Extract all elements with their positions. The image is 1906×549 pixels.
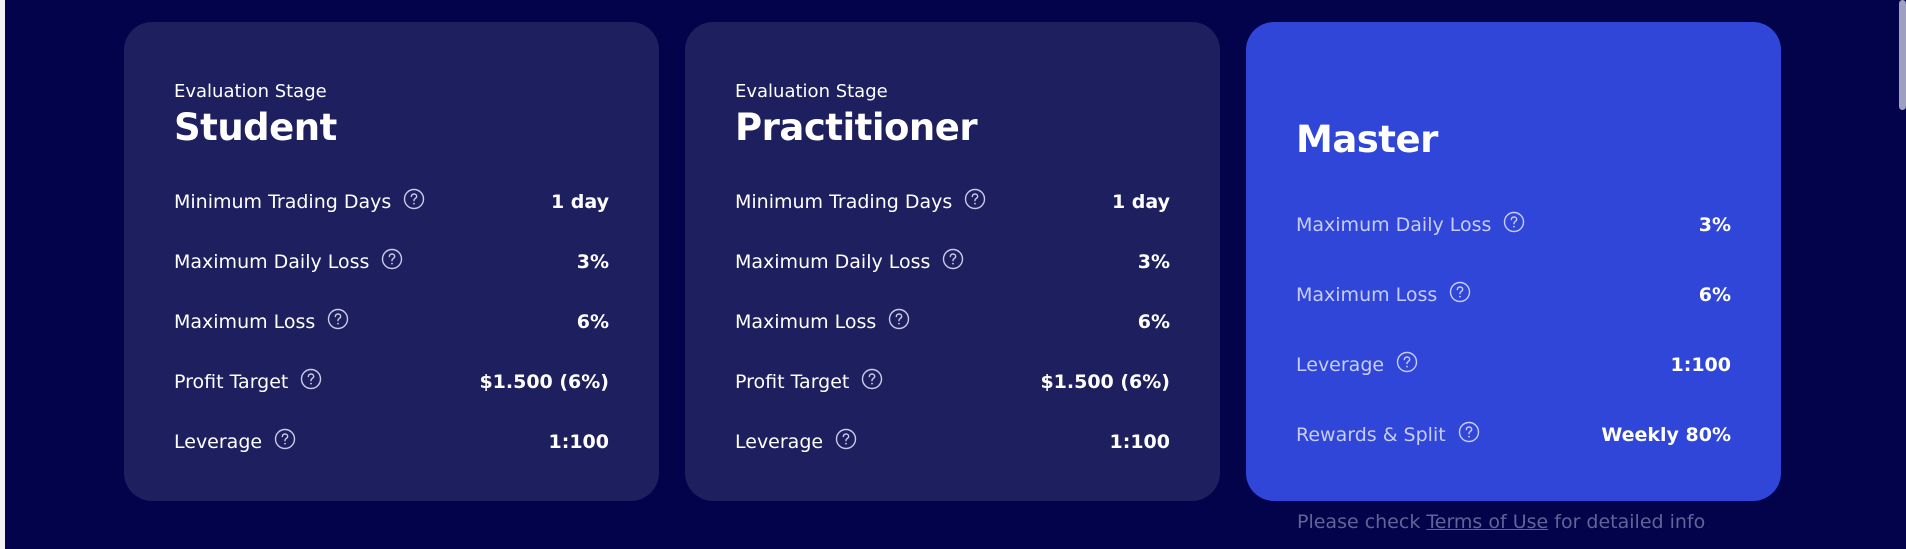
question-circle-icon[interactable] [888, 308, 910, 330]
question-circle-icon[interactable] [1503, 211, 1525, 233]
question-circle-icon[interactable] [861, 368, 883, 390]
row-value: 1:100 [1109, 431, 1170, 453]
row-label: Minimum Trading Days [735, 191, 953, 213]
row-label: Leverage [735, 431, 824, 453]
row-value: 6% [1137, 311, 1170, 333]
row-label: Leverage [174, 431, 263, 453]
row-profit-target: Profit Target $1.500 (6%) [735, 352, 1170, 412]
card-rows: Minimum Trading Days 1 day Maximum Daily… [174, 172, 609, 472]
row-label: Maximum Daily Loss [174, 251, 370, 273]
row-label: Maximum Daily Loss [735, 251, 931, 273]
row-value: 6% [1698, 284, 1731, 306]
row-label: Maximum Loss [1296, 284, 1438, 306]
question-circle-icon[interactable] [1449, 281, 1471, 303]
card-title: Practitioner [735, 106, 978, 149]
scrollbar[interactable] [1898, 0, 1906, 549]
card-title: Student [174, 106, 337, 149]
row-label: Profit Target [735, 371, 850, 393]
row-label: Maximum Loss [174, 311, 316, 333]
row-label: Leverage [1296, 354, 1385, 376]
scrollbar-thumb[interactable] [1899, 0, 1906, 110]
row-leverage: Leverage 1:100 [735, 412, 1170, 472]
terms-of-use-link[interactable]: Terms of Use [1426, 511, 1548, 533]
question-circle-icon[interactable] [964, 188, 986, 210]
card-title: Master [1296, 118, 1438, 161]
row-value: $1.500 (6%) [479, 371, 609, 393]
row-profit-target: Profit Target $1.500 (6%) [174, 352, 609, 412]
card-master: Master Maximum Daily Loss 3% Maximum Los… [1246, 22, 1781, 501]
question-circle-icon[interactable] [835, 428, 857, 450]
question-circle-icon[interactable] [403, 188, 425, 210]
row-label: Rewards & Split [1296, 424, 1446, 446]
row-minimum-trading-days: Minimum Trading Days 1 day [174, 172, 609, 232]
row-value: 1 day [550, 191, 609, 213]
card-stage-label: Evaluation Stage [174, 81, 327, 102]
question-circle-icon[interactable] [274, 428, 296, 450]
row-maximum-daily-loss: Maximum Daily Loss 3% [1296, 190, 1731, 260]
row-leverage: Leverage 1:100 [174, 412, 609, 472]
row-maximum-loss: Maximum Loss 6% [174, 292, 609, 352]
row-value: 6% [576, 311, 609, 333]
row-minimum-trading-days: Minimum Trading Days 1 day [735, 172, 1170, 232]
question-circle-icon[interactable] [1396, 351, 1418, 373]
row-label: Profit Target [174, 371, 289, 393]
card-student: Evaluation Stage Student Minimum Trading… [124, 22, 659, 501]
row-value: $1.500 (6%) [1040, 371, 1170, 393]
row-maximum-daily-loss: Maximum Daily Loss 3% [174, 232, 609, 292]
card-practitioner: Evaluation Stage Practitioner Minimum Tr… [685, 22, 1220, 501]
row-leverage: Leverage 1:100 [1296, 330, 1731, 400]
footnote-prefix: Please check [1297, 511, 1427, 533]
row-label: Maximum Loss [735, 311, 877, 333]
row-value: 1:100 [1670, 354, 1731, 376]
row-rewards-split: Rewards & Split Weekly 80% [1296, 400, 1731, 470]
question-circle-icon[interactable] [381, 248, 403, 270]
row-maximum-daily-loss: Maximum Daily Loss 3% [735, 232, 1170, 292]
page: Evaluation Stage Student Minimum Trading… [0, 0, 1906, 549]
row-value: 1 day [1111, 191, 1170, 213]
row-value: 3% [1137, 251, 1170, 273]
row-maximum-loss: Maximum Loss 6% [735, 292, 1170, 352]
card-rows: Minimum Trading Days 1 day Maximum Daily… [735, 172, 1170, 472]
row-maximum-loss: Maximum Loss 6% [1296, 260, 1731, 330]
row-value: Weekly 80% [1601, 424, 1731, 446]
row-value: 3% [576, 251, 609, 273]
plan-cards: Evaluation Stage Student Minimum Trading… [124, 22, 1781, 501]
footnote-suffix: for detailed info [1548, 511, 1706, 533]
question-circle-icon[interactable] [300, 368, 322, 390]
window-left-edge [0, 0, 5, 549]
terms-footnote: Please check Terms of Use for detailed i… [1297, 511, 1705, 533]
row-value: 3% [1698, 214, 1731, 236]
question-circle-icon[interactable] [942, 248, 964, 270]
row-label: Maximum Daily Loss [1296, 214, 1492, 236]
card-rows: Maximum Daily Loss 3% Maximum Loss 6% Le… [1296, 190, 1731, 470]
row-value: 1:100 [548, 431, 609, 453]
row-label: Minimum Trading Days [174, 191, 392, 213]
question-circle-icon[interactable] [327, 308, 349, 330]
card-stage-label: Evaluation Stage [735, 81, 888, 102]
question-circle-icon[interactable] [1458, 421, 1480, 443]
